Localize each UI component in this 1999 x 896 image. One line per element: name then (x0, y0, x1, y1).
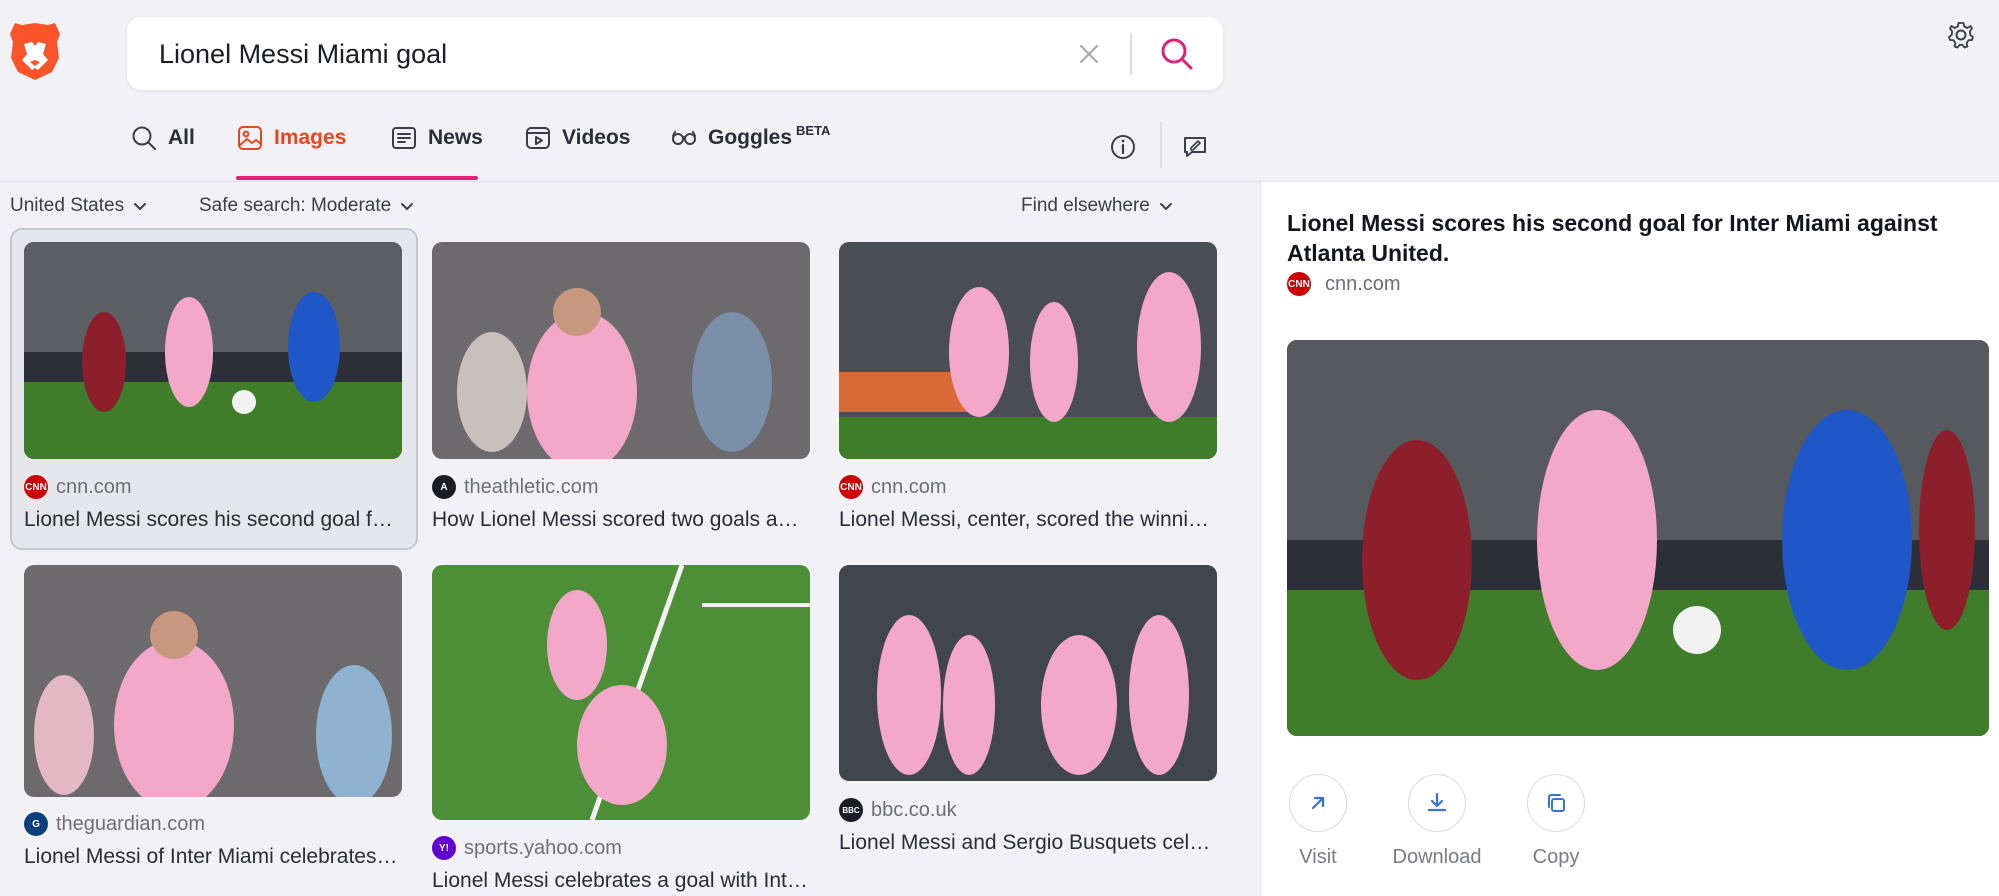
brave-logo-icon[interactable] (8, 20, 62, 82)
chevron-down-icon (1159, 203, 1172, 211)
image-detail-panel: Lionel Messi scores his second goal for … (1260, 182, 1999, 896)
copy-button[interactable]: Copy (1511, 774, 1601, 869)
download-icon-circle (1408, 774, 1466, 832)
result-source-text: cnn.com (56, 475, 132, 498)
result-source-text: cnn.com (871, 475, 947, 498)
copy-icon (1548, 794, 1565, 812)
cnn-favicon-icon: CNN (839, 475, 863, 499)
result-source-text: theguardian.com (56, 812, 205, 835)
search-input[interactable] (157, 31, 1041, 77)
search-box (127, 17, 1223, 90)
tab-label: All (168, 126, 195, 149)
image-thumbnail[interactable] (432, 242, 810, 459)
feedback-button[interactable] (1180, 132, 1210, 162)
safe-search-label: Safe search: Moderate (199, 195, 392, 216)
result-source: CNN cnn.com (24, 475, 132, 499)
result-source: Y! sports.yahoo.com (432, 836, 622, 860)
result-caption[interactable]: Lionel Messi, center, scored the winning… (839, 508, 1217, 532)
search-icon (132, 126, 156, 150)
safe-search-filter[interactable]: Safe search: Moderate (199, 195, 415, 217)
tab-label: Images (274, 126, 347, 149)
guardian-favicon-icon: G (24, 812, 48, 836)
top-bar: All Images News Videos (0, 0, 1999, 182)
search-button[interactable] (1157, 34, 1197, 74)
result-source: BBC bbc.co.uk (839, 798, 957, 822)
tab-news[interactable]: News (390, 124, 490, 180)
download-button[interactable]: Download (1392, 774, 1482, 869)
cnn-favicon-icon: CNN (1287, 272, 1311, 296)
chevron-down-icon (134, 203, 147, 211)
yahoo-favicon-icon: Y! (432, 836, 456, 860)
tab-label: News (428, 126, 483, 149)
result-caption[interactable]: Lionel Messi and Sergio Busquets celebra… (839, 831, 1217, 855)
detail-title: Lionel Messi scores his second goal for … (1287, 210, 1938, 266)
image-icon (238, 126, 262, 150)
tab-label: Goggles (708, 126, 793, 149)
settings-button[interactable] (1946, 20, 1976, 50)
image-thumbnail[interactable] (432, 565, 810, 820)
chevron-down-icon (401, 203, 414, 211)
clear-search-button[interactable] (1072, 37, 1106, 71)
info-button[interactable] (1108, 132, 1138, 162)
visit-icon-circle (1289, 774, 1347, 832)
feedback-icon (1184, 137, 1206, 157)
bbc-favicon-icon: BBC (839, 798, 863, 822)
gear-icon (1948, 22, 1974, 49)
close-icon (1079, 44, 1099, 64)
visit-button[interactable]: Visit (1273, 774, 1363, 869)
download-label: Download (1392, 846, 1482, 868)
region-filter-label: United States (10, 195, 125, 216)
image-thumbnail[interactable] (839, 565, 1217, 781)
tab-label: Videos (562, 126, 631, 149)
result-source: G theguardian.com (24, 812, 205, 836)
beta-badge: BETA (796, 123, 831, 138)
result-caption[interactable]: Lionel Messi of Inter Miami celebrates a… (24, 845, 402, 869)
tab-videos[interactable]: Videos (524, 124, 644, 180)
result-caption[interactable]: How Lionel Messi scored two goals agains… (432, 508, 810, 532)
result-source-text: sports.yahoo.com (464, 836, 622, 859)
detail-source[interactable]: CNN cnn.com (1287, 272, 1401, 296)
find-elsewhere-dropdown[interactable]: Find elsewhere (1021, 195, 1174, 217)
result-caption[interactable]: Lionel Messi celebrates a goal with Inte… (432, 869, 810, 893)
detail-image[interactable] (1287, 340, 1989, 736)
tab-goggles[interactable]: Goggles BETA (670, 124, 840, 180)
detail-source-text: cnn.com (1325, 272, 1401, 295)
image-thumbnail[interactable] (24, 242, 402, 459)
download-icon (1427, 792, 1447, 812)
result-caption[interactable]: Lionel Messi scores his second goal for … (24, 508, 404, 532)
copy-label: Copy (1532, 846, 1580, 868)
tab-all[interactable]: All (130, 124, 200, 180)
cnn-favicon-icon: CNN (24, 475, 48, 499)
news-icon (392, 127, 416, 149)
search-icon (1161, 38, 1193, 70)
image-thumbnail[interactable] (839, 242, 1217, 459)
image-thumbnail[interactable] (24, 565, 402, 797)
info-icon (1111, 135, 1135, 159)
toolbar-divider (1160, 122, 1162, 168)
region-filter[interactable]: United States (10, 195, 148, 217)
result-source-text: bbc.co.uk (871, 798, 957, 821)
result-source: A theathletic.com (432, 475, 599, 499)
find-elsewhere-label: Find elsewhere (1021, 195, 1150, 216)
visit-label: Visit (1299, 846, 1337, 868)
athletic-favicon-icon: A (432, 475, 456, 499)
result-source-text: theathletic.com (464, 475, 599, 498)
copy-icon-circle (1527, 774, 1585, 832)
search-divider (1130, 33, 1132, 75)
video-icon (526, 127, 550, 149)
goggles-icon (672, 131, 696, 145)
external-link-icon (1311, 796, 1325, 810)
result-source: CNN cnn.com (839, 475, 947, 499)
